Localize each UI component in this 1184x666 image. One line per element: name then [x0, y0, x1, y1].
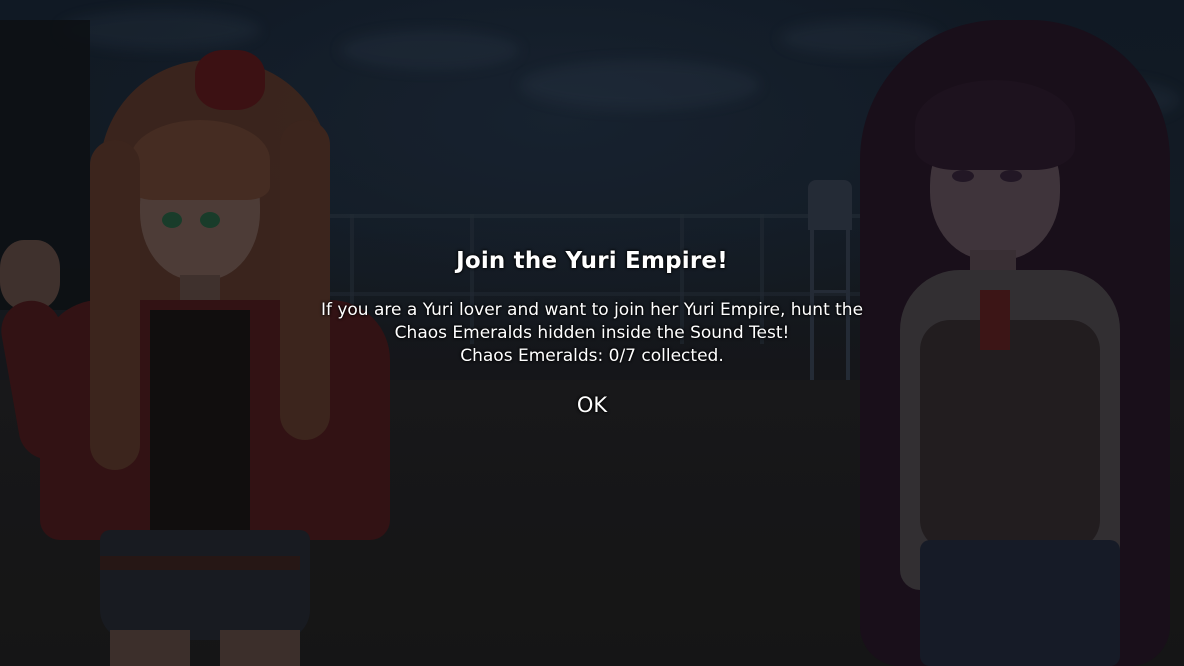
game-screen: Join the Yuri Empire! If you are a Yuri … — [0, 0, 1184, 666]
dialog-message-line-3: Chaos Emeralds: 0/7 collected. — [460, 346, 724, 366]
dialog-message-line-2: Chaos Emeralds hidden inside the Sound T… — [394, 323, 790, 343]
confirm-dialog: Join the Yuri Empire! If you are a Yuri … — [0, 0, 1184, 666]
ok-button[interactable]: OK — [552, 390, 632, 420]
dialog-title: Join the Yuri Empire! — [456, 248, 728, 274]
dialog-message-line-1: If you are a Yuri lover and want to join… — [320, 300, 864, 320]
